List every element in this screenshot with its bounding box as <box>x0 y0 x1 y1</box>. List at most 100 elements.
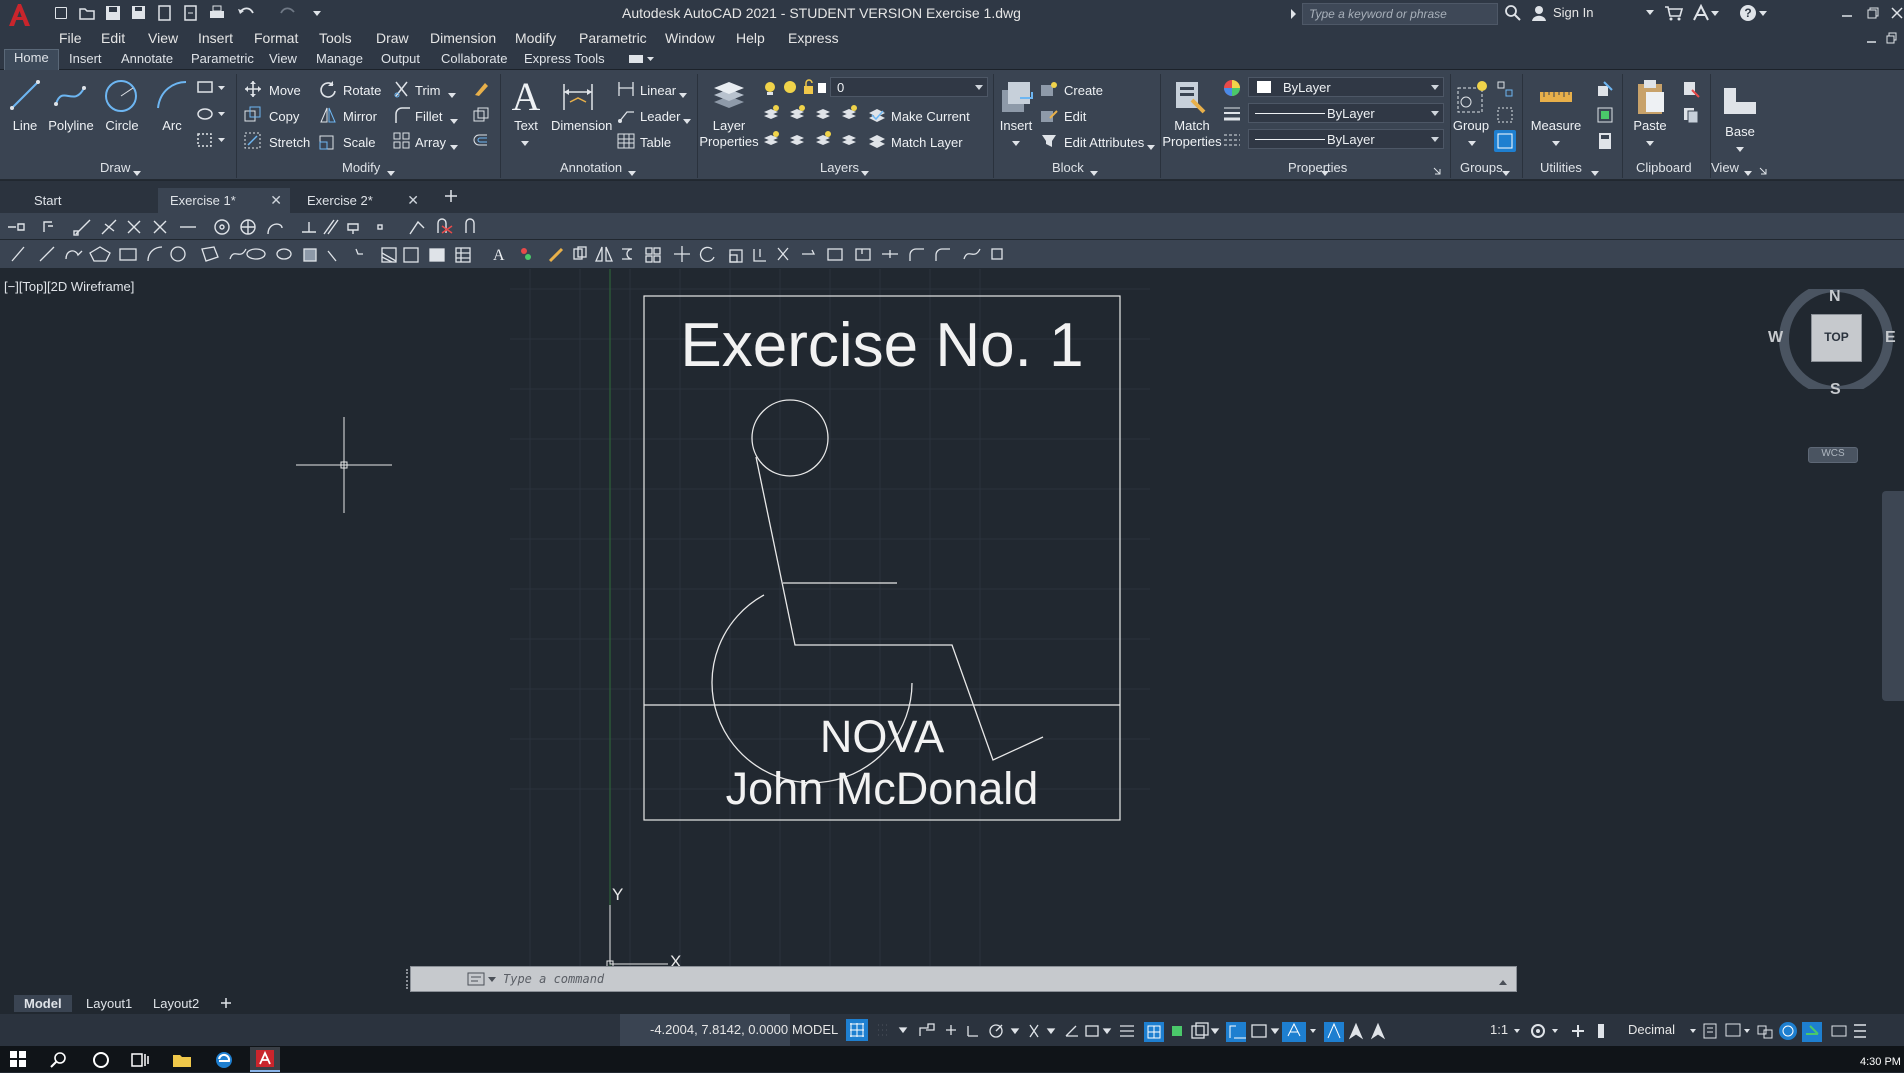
command-expand-icon[interactable] <box>1498 975 1508 990</box>
measure-button[interactable]: Measure <box>1528 118 1584 133</box>
arc-icon[interactable] <box>154 78 190 115</box>
layers-panel-expand-icon[interactable] <box>860 166 870 181</box>
table-button[interactable]: Table <box>640 135 671 150</box>
edit-attributes-dropdown-icon[interactable] <box>1147 139 1155 154</box>
quick-select-icon[interactable] <box>1596 80 1614 101</box>
draw-modify-tool-icons[interactable]: A <box>6 245 1006 263</box>
erase-icon[interactable] <box>472 80 490 101</box>
tab-output[interactable]: Output <box>381 51 420 66</box>
edge-browser-icon[interactable] <box>214 1050 234 1073</box>
rotate-button[interactable]: Rotate <box>343 83 381 98</box>
text-button[interactable]: Text <box>510 118 542 133</box>
group-button[interactable]: Group <box>1451 118 1491 133</box>
menu-format[interactable]: Format <box>254 30 298 46</box>
menu-edit[interactable]: Edit <box>101 30 125 46</box>
block-panel-label[interactable]: Block <box>1052 160 1084 175</box>
insert-dropdown-icon[interactable] <box>1012 135 1020 150</box>
annotation-panel-label[interactable]: Annotation <box>560 160 622 175</box>
open-web-icon[interactable] <box>156 4 174 22</box>
create-button[interactable]: Create <box>1064 83 1103 98</box>
block-panel-expand-icon[interactable] <box>1089 166 1099 181</box>
clipboard-panel-label[interactable]: Clipboard <box>1636 160 1692 175</box>
menu-parametric[interactable]: Parametric <box>579 30 647 46</box>
viewcube-east[interactable]: E <box>1885 329 1896 347</box>
circle-button[interactable]: Circle <box>104 118 140 133</box>
color-dropdown[interactable]: ByLayer <box>1248 77 1444 97</box>
lineweight-icon[interactable] <box>1223 105 1241 126</box>
viewcube-north[interactable]: N <box>1829 288 1841 306</box>
text-icon[interactable]: A <box>512 74 541 119</box>
menu-draw[interactable]: Draw <box>376 30 409 46</box>
help-icon[interactable]: ? <box>1738 3 1768 26</box>
copy-button[interactable]: Copy <box>269 109 299 124</box>
layer-state-icons[interactable] <box>762 79 826 100</box>
units-display[interactable]: Decimal <box>1628 1022 1675 1037</box>
leader-button[interactable]: Leader <box>640 109 680 124</box>
color-wheel-icon[interactable] <box>1223 79 1241 100</box>
trim-button[interactable]: Trim <box>415 83 441 98</box>
base-view-icon[interactable] <box>1722 84 1758 119</box>
menu-window[interactable]: Window <box>665 30 715 46</box>
viewcube-south[interactable]: S <box>1830 381 1841 399</box>
fillet-dropdown-icon[interactable] <box>450 113 458 128</box>
layer-properties-button[interactable]: Layer Properties <box>699 118 759 150</box>
tab-annotate[interactable]: Annotate <box>121 51 173 66</box>
close-tab-icon[interactable]: ✕ <box>407 192 419 209</box>
sign-in-dropdown-icon[interactable] <box>1645 5 1655 22</box>
viewcube-top-face[interactable]: TOP <box>1811 314 1862 362</box>
expand-arrow-icon[interactable] <box>1290 8 1298 23</box>
undo-icon[interactable] <box>236 4 254 22</box>
minimize-icon[interactable] <box>1840 6 1854 23</box>
search-icon[interactable] <box>1504 4 1522 25</box>
match-properties-button[interactable]: Match Properties <box>1162 118 1222 150</box>
modify-panel-label[interactable]: Modify <box>342 160 380 175</box>
drawing-canvas[interactable]: [−][Top][2D Wireframe] Exercise No. 1 NO… <box>0 269 1904 984</box>
tab-manage[interactable]: Manage <box>316 51 363 66</box>
properties-panel-expand-icon[interactable] <box>1320 166 1330 181</box>
autodesk-a360-icon[interactable] <box>1692 3 1720 25</box>
ribbon-minimize-icon[interactable] <box>628 53 656 68</box>
model-space-button[interactable]: MODEL <box>792 1022 838 1037</box>
open-folder-icon[interactable] <box>78 4 96 22</box>
task-view-icon[interactable] <box>130 1051 150 1072</box>
layout-tab-layout2[interactable]: Layout2 <box>143 995 209 1012</box>
autocad-taskbar-icon[interactable] <box>250 1047 280 1072</box>
search-input[interactable]: Type a keyword or phrase <box>1302 3 1498 25</box>
file-explorer-icon[interactable] <box>172 1051 192 1072</box>
circle-icon[interactable] <box>103 78 139 117</box>
base-dropdown-icon[interactable] <box>1736 141 1744 156</box>
command-input[interactable]: Type a command <box>503 972 604 986</box>
new-tab-plus-icon[interactable] <box>444 189 458 206</box>
linetype-dropdown[interactable]: ByLayer <box>1248 129 1444 149</box>
doc-minimize-icon[interactable] <box>1866 32 1878 47</box>
line-button[interactable]: Line <box>9 118 41 133</box>
save-icon[interactable] <box>104 4 122 22</box>
base-button[interactable]: Base <box>1720 124 1760 139</box>
windows-start-icon[interactable] <box>10 1051 26 1070</box>
linetype-icon[interactable] <box>1223 131 1241 152</box>
view-dialog-launcher-icon[interactable] <box>1758 164 1768 179</box>
layer-tools-row2-icons[interactable] <box>762 130 862 151</box>
draw-panel-label[interactable]: Draw <box>100 160 130 175</box>
taskbar-search-icon[interactable] <box>50 1051 68 1072</box>
arc-button[interactable]: Arc <box>157 118 187 133</box>
groups-panel-label[interactable]: Groups <box>1460 160 1503 175</box>
measure-icon[interactable] <box>1538 84 1574 113</box>
scale-button[interactable]: Scale <box>343 135 376 150</box>
array-button[interactable]: Array <box>415 135 446 150</box>
menu-view[interactable]: View <box>148 30 178 46</box>
grid-toggle[interactable] <box>846 1019 868 1041</box>
match-layer-button[interactable]: Match Layer <box>891 135 963 150</box>
tab-collaborate[interactable]: Collaborate <box>441 51 508 66</box>
match-properties-icon[interactable] <box>1172 78 1208 119</box>
polyline-button[interactable]: Polyline <box>48 118 94 133</box>
view-panel-label[interactable]: View <box>1711 160 1739 175</box>
command-line-grip[interactable] <box>406 969 409 989</box>
doc-tab-exercise-2[interactable]: Exercise 2* ✕ <box>295 188 427 213</box>
menu-help[interactable]: Help <box>736 30 765 46</box>
linear-button[interactable]: Linear <box>640 83 676 98</box>
layer-tools-row1-icons[interactable] <box>762 104 862 125</box>
workspace-icons[interactable] <box>1510 1020 1630 1042</box>
edit-button[interactable]: Edit <box>1064 109 1086 124</box>
save-as-icon[interactable] <box>130 4 148 22</box>
